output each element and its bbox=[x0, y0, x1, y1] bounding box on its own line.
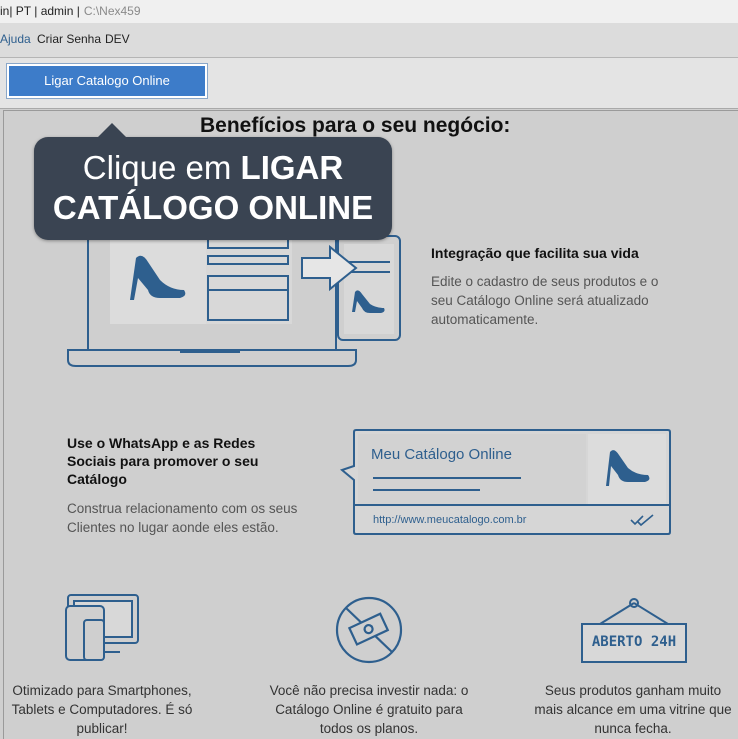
open-sign-text: ABERTO 24H bbox=[591, 634, 677, 650]
menu-bar: Ajuda Criar Senha DEV bbox=[0, 24, 738, 58]
feature-whatsapp-title-line: Use o WhatsApp e as Redes bbox=[67, 435, 256, 451]
page-heading: Benefícios para o seu negócio: bbox=[200, 114, 511, 137]
bottom-col1: Otimizado para Smartphones, Tablets e Co… bbox=[4, 681, 200, 738]
feature-whatsapp-title: Use o WhatsApp e as Redes Sociais para p… bbox=[67, 434, 258, 488]
feature-whatsapp-desc: Construa relacionamento com os seus Clie… bbox=[67, 499, 297, 537]
feature-whatsapp-line: Construa relacionamento com os seus bbox=[67, 501, 298, 516]
feature-whatsapp-title-line: Catálogo bbox=[67, 471, 127, 487]
bottom-col2: Você não precisa investir nada: o Catálo… bbox=[258, 681, 480, 738]
feature-integracao-title: Integração que facilita sua vida bbox=[431, 245, 639, 261]
bottom-col3: Seus produtos ganham muito mais alcance … bbox=[528, 681, 738, 738]
tooltip-line1-bold: LIGAR bbox=[240, 149, 344, 186]
tooltip-line2: CATÁLOGO ONLINE bbox=[52, 189, 374, 226]
feature-integracao-desc: Edite o cadastro de seus produtos e o se… bbox=[431, 272, 658, 329]
feature-whatsapp-line: Clientes no lugar aonde eles estão. bbox=[67, 520, 279, 535]
card-url: http://www.meucatalogo.com.br bbox=[373, 514, 527, 526]
menu-dev[interactable]: DEV bbox=[105, 32, 130, 46]
feature-integracao-line: automaticamente. bbox=[431, 312, 539, 327]
feature-integracao-line: Edite o cadastro de seus produtos e o bbox=[431, 274, 659, 289]
title-path: C:\Nex459 bbox=[83, 4, 141, 18]
bottom-col2-line: todos os planos. bbox=[319, 721, 419, 736]
ligar-catalogo-button[interactable]: Ligar Catalogo Online bbox=[7, 64, 207, 98]
bottom-col1-line: publicar! bbox=[76, 721, 128, 736]
feature-integracao-line: seu Catálogo Online será atualizado bbox=[431, 293, 649, 308]
bottom-col2-line: Você não precisa investir nada: o bbox=[269, 683, 469, 698]
tooltip-line1: Clique em bbox=[82, 149, 232, 186]
bottom-col1-line: Tablets e Computadores. É só bbox=[11, 702, 193, 717]
title-text: in| PT | admin | bbox=[0, 4, 80, 18]
bottom-col3-line: nunca fecha. bbox=[594, 721, 672, 736]
card-title: Meu Catálogo Online bbox=[371, 446, 512, 463]
instruction-tooltip: Clique em LIGAR CATÁLOGO ONLINE bbox=[34, 123, 392, 240]
bottom-col3-line: mais alcance em uma vitrine que bbox=[534, 702, 732, 717]
bottom-col3-line: Seus produtos ganham muito bbox=[544, 683, 722, 698]
title-bar: in| PT | admin | C:\Nex459 bbox=[0, 0, 738, 24]
menu-criar-senha[interactable]: Criar Senha bbox=[37, 32, 101, 46]
menu-ajuda[interactable]: Ajuda bbox=[0, 32, 31, 46]
bottom-col2-line: Catálogo Online é gratuito para bbox=[275, 702, 463, 717]
feature-whatsapp-title-line: Sociais para promover o seu bbox=[67, 453, 259, 469]
toolbar: Ligar Catalogo Online bbox=[0, 58, 738, 109]
bottom-col1-line: Otimizado para Smartphones, bbox=[12, 683, 192, 698]
